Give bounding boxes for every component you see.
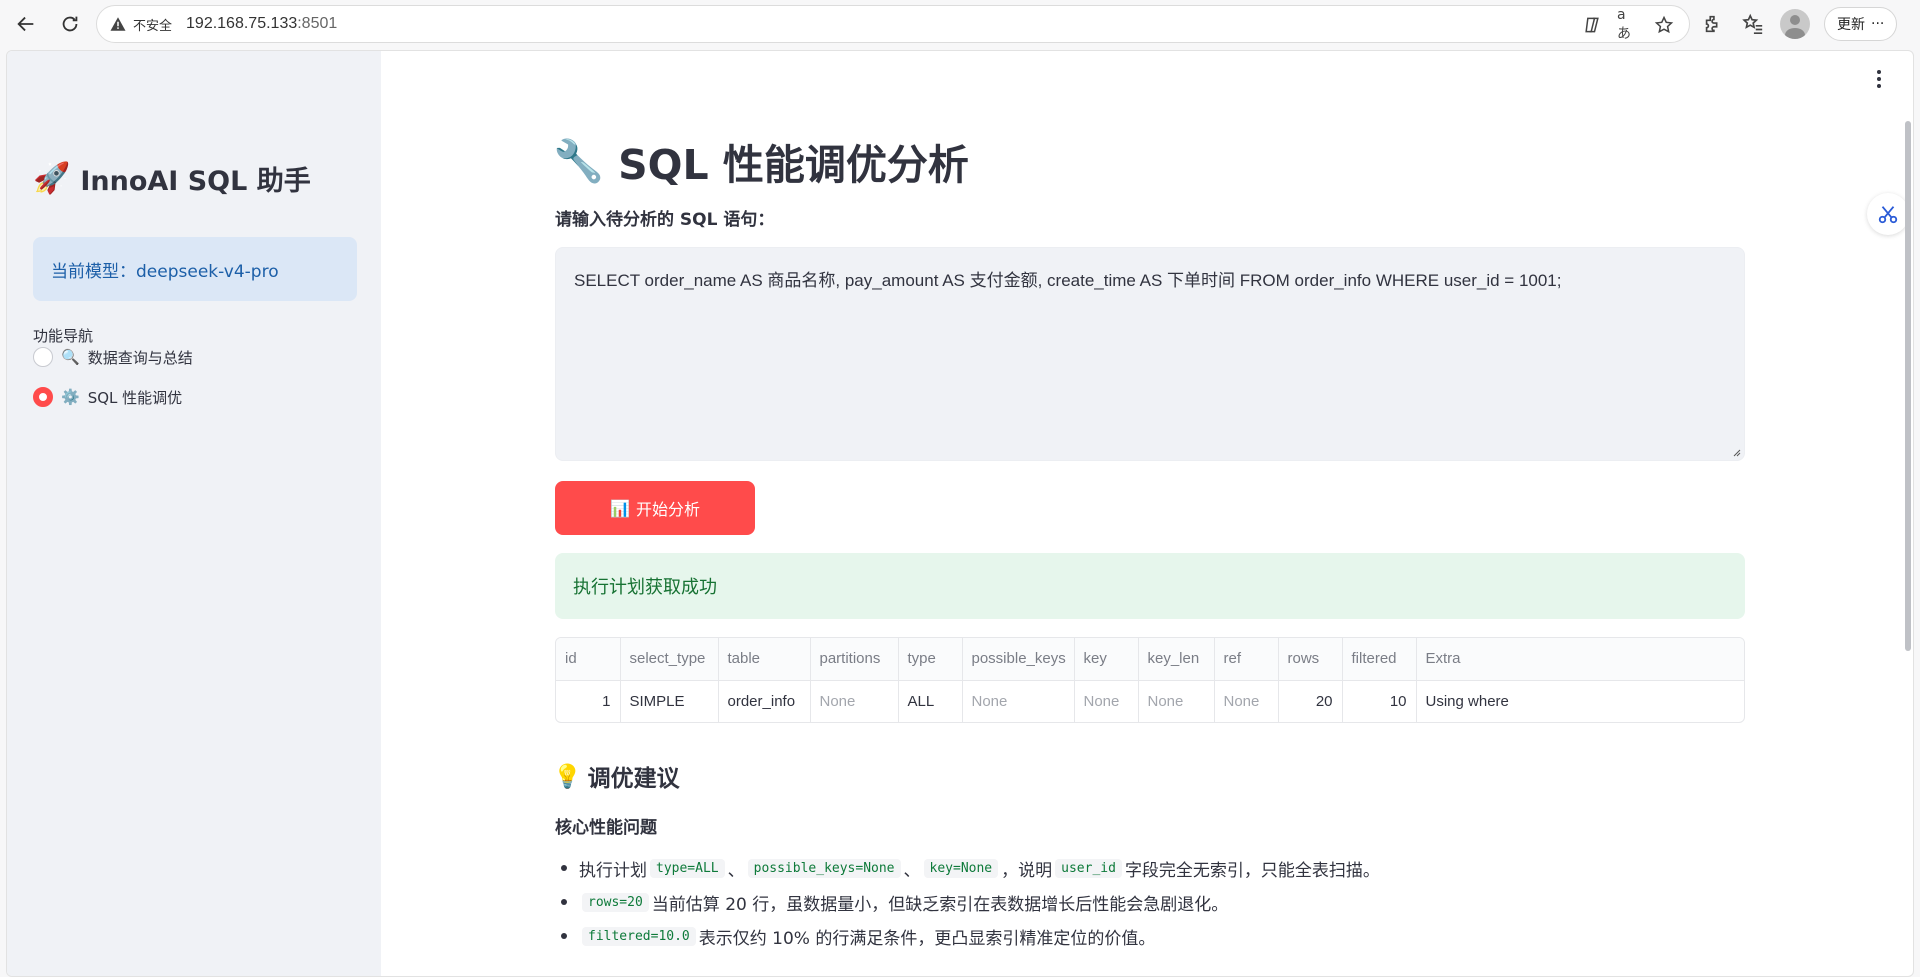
app-frame: 🚀 InnoAI SQL 助手 当前模型：deepseek-v4-pro 功能导… [6, 50, 1914, 977]
column-header[interactable]: partitions [810, 638, 899, 681]
gear-icon: ⚙️ [61, 388, 80, 406]
warning-icon [110, 17, 126, 31]
current-model-info: 当前模型：deepseek-v4-pro [33, 237, 357, 301]
back-arrow-icon[interactable] [8, 6, 44, 42]
scissors-icon[interactable] [1867, 193, 1909, 235]
table-cell[interactable]: None [810, 680, 899, 722]
scrollbar[interactable] [1905, 121, 1911, 651]
table-header-row: id select_type table partitions type pos… [556, 638, 1744, 681]
update-button[interactable]: 更新 ··· [1824, 7, 1898, 41]
address-bar[interactable]: 不安全 192.168.75.133:8501 aあ [96, 5, 1690, 43]
nav-item-label: 数据查询与总结 [87, 348, 193, 367]
core-issue-heading: 核心性能问题 [555, 818, 657, 838]
list-text: 、 [903, 860, 921, 881]
nav-item-sql-tuning[interactable]: ⚙️ SQL 性能调优 [33, 385, 182, 409]
table-cell[interactable]: order_info [718, 680, 811, 722]
column-header[interactable]: Extra [1416, 638, 1744, 681]
translate-icon[interactable]: aあ [1617, 7, 1639, 42]
insecure-label[interactable]: 不安全 [133, 15, 172, 34]
list-text: 表示仅约 10% 的行满足条件，更凸显索引精准定位的价值。 [698, 928, 1156, 949]
page-title-text: SQL 性能调优分析 [618, 141, 969, 189]
column-header[interactable]: id [556, 638, 621, 681]
page-title: 🔧 SQL 性能调优分析 [553, 131, 969, 191]
column-header[interactable]: key_len [1138, 638, 1215, 681]
table-cell[interactable]: None [1214, 680, 1279, 722]
column-header[interactable]: table [718, 638, 811, 681]
rocket-icon: 🚀 [33, 161, 71, 196]
main-menu-icon[interactable] [1869, 69, 1889, 89]
reload-icon[interactable] [52, 6, 88, 42]
inline-code: user_id [1055, 858, 1122, 878]
inline-code: key=None [923, 858, 999, 878]
table-cell[interactable]: SIMPLE [620, 680, 719, 722]
nav-item-data-query[interactable]: 🔍 数据查询与总结 [33, 345, 193, 369]
profile-avatar[interactable] [1780, 9, 1810, 39]
url-text: 192.168.75.133:8501 [186, 15, 338, 32]
wrench-icon: 🔧 [553, 136, 605, 185]
sql-input-label: 请输入待分析的 SQL 语句： [555, 210, 775, 230]
list-item: 执行计划 type=ALL 、 possible_keys=None 、 key… [555, 851, 1755, 885]
table-cell[interactable]: 10 [1342, 680, 1417, 722]
app-name: InnoAI SQL 助手 [80, 166, 311, 197]
bullet-dot [561, 899, 567, 905]
sidebar: 🚀 InnoAI SQL 助手 当前模型：deepseek-v4-pro 功能导… [7, 51, 381, 976]
bullet-dot [561, 933, 567, 939]
nav-item-label: SQL 性能调优 [87, 388, 183, 407]
favorites-list-icon[interactable] [1740, 11, 1766, 37]
radio-button[interactable] [33, 347, 53, 367]
inline-code: rows=20 [582, 892, 649, 912]
extensions-icon[interactable] [1700, 11, 1726, 37]
bar-chart-icon: 📊 [610, 498, 630, 518]
nav-label: 功能导航 [33, 327, 94, 345]
issue-list: 执行计划 type=ALL 、 possible_keys=None 、 key… [555, 851, 1755, 953]
browser-toolbar: 不安全 192.168.75.133:8501 aあ 更新 ··· [0, 0, 1920, 48]
column-header[interactable]: key [1074, 638, 1139, 681]
list-text: ，说明 [1001, 860, 1053, 881]
list-text: 、 [727, 860, 745, 881]
resize-handle-icon[interactable] [1731, 447, 1741, 457]
table-cell[interactable]: ALL [898, 680, 963, 722]
table-cell[interactable]: 1 [556, 680, 621, 722]
column-header[interactable]: filtered [1342, 638, 1417, 681]
more-dots-icon: ··· [1871, 16, 1885, 32]
list-text: 当前估算 20 行，虽数据量小，但缺乏索引在表数据增长后性能会急剧退化。 [651, 894, 1229, 915]
main-content: 🔧 SQL 性能调优分析 请输入待分析的 SQL 语句： SELECT orde… [381, 51, 1913, 976]
column-header[interactable]: type [898, 638, 963, 681]
bullet-dot [561, 865, 567, 871]
table-cell[interactable]: None [962, 680, 1075, 722]
column-header[interactable]: ref [1214, 638, 1279, 681]
table-cell[interactable]: Using where [1416, 680, 1744, 722]
inline-code: filtered=10.0 [582, 926, 696, 946]
suggestion-title: 调优建议 [587, 766, 680, 792]
list-item: filtered=10.0 表示仅约 10% 的行满足条件，更凸显索引精准定位的… [555, 919, 1755, 953]
sql-text: SELECT order_name AS 商品名称, pay_amount AS… [574, 271, 1562, 290]
table-row: 1 SIMPLE order_info None ALL None None N… [556, 680, 1744, 722]
sidebar-title: 🚀 InnoAI SQL 助手 [33, 159, 311, 198]
list-text: 执行计划 [579, 860, 647, 881]
explain-table[interactable]: id select_type table partitions type pos… [555, 637, 1745, 723]
column-header[interactable]: select_type [620, 638, 719, 681]
favorite-star-icon[interactable] [1653, 14, 1675, 36]
list-text: 字段完全无索引，只能全表扫描。 [1124, 860, 1380, 881]
success-alert: 执行计划获取成功 [555, 553, 1745, 619]
inline-code: possible_keys=None [747, 858, 901, 878]
update-label: 更新 [1837, 17, 1865, 33]
inline-code: type=ALL [650, 858, 725, 878]
column-header[interactable]: rows [1278, 638, 1343, 681]
start-analysis-button[interactable]: 📊 开始分析 [555, 481, 755, 535]
table-cell[interactable]: None [1074, 680, 1139, 722]
copilot-icon[interactable] [1581, 14, 1603, 36]
table-cell[interactable]: 20 [1278, 680, 1343, 722]
sql-textarea[interactable]: SELECT order_name AS 商品名称, pay_amount AS… [555, 247, 1745, 461]
radio-button-selected[interactable] [33, 387, 53, 407]
suggestion-heading: 💡 调优建议 [553, 759, 680, 793]
column-header[interactable]: possible_keys [962, 638, 1075, 681]
start-analysis-label: 开始分析 [635, 500, 700, 519]
list-item: rows=20 当前估算 20 行，虽数据量小，但缺乏索引在表数据增长后性能会急… [555, 885, 1755, 919]
table-cell[interactable]: None [1138, 680, 1215, 722]
lightbulb-icon: 💡 [553, 763, 582, 790]
search-icon: 🔍 [61, 348, 80, 366]
